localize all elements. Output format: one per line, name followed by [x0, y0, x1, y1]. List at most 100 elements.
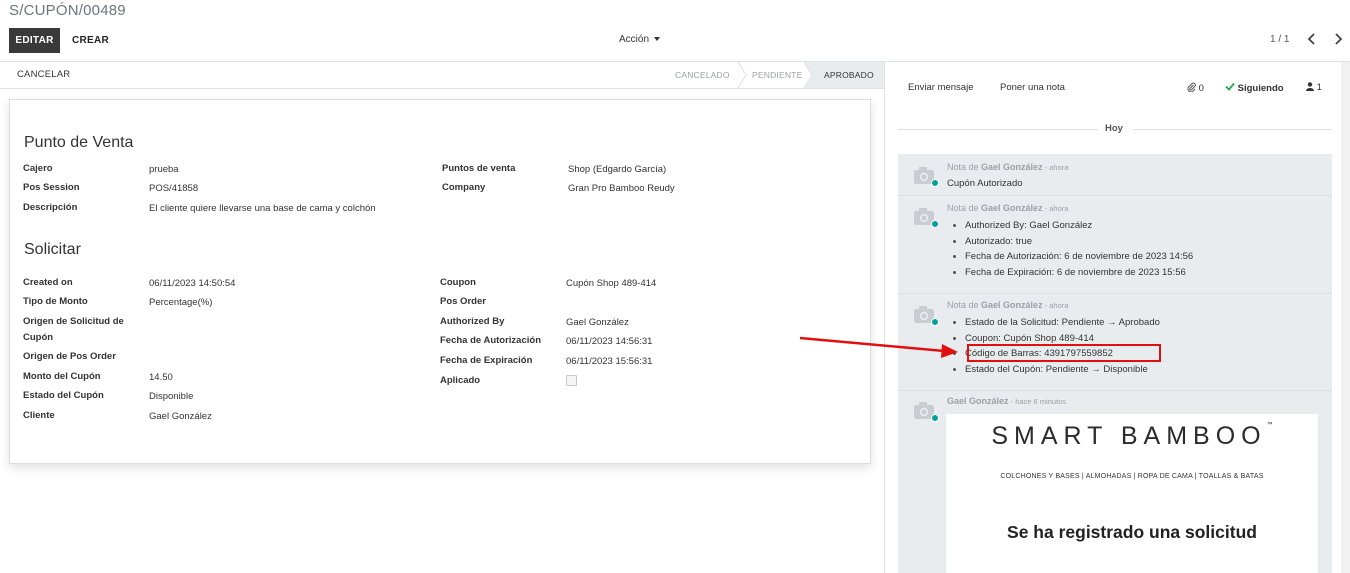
message-note-prefix: Nota de: [947, 300, 979, 310]
field-value-monto-cupon[interactable]: 14.50: [149, 371, 173, 384]
field-label: Company: [442, 182, 486, 193]
stage-aprobado[interactable]: APROBADO: [812, 62, 884, 88]
field-value-cajero[interactable]: prueba: [149, 163, 179, 176]
statusbar: CANCELAR CANCELADO PENDIENTE APROBADO: [0, 62, 884, 89]
message-thread: Nota de Gael González - ahora Cupón Auto…: [898, 154, 1332, 573]
message-note-prefix: Nota de: [947, 203, 979, 213]
caret-down-icon: [654, 37, 661, 42]
message-author[interactable]: Gael González: [981, 203, 1043, 213]
day-separator-line: [898, 129, 1098, 130]
field-value-fecha-expiracion[interactable]: 06/11/2023 15:56:31: [566, 355, 652, 368]
field-value-coupon[interactable]: Cupón Shop 489-414: [566, 277, 656, 290]
field-label: Pos Order: [440, 296, 486, 307]
stage-separator: [737, 62, 747, 88]
check-icon: [1225, 82, 1235, 91]
followers-count: 1: [1316, 82, 1322, 93]
online-status-dot: [931, 179, 939, 187]
user-icon: [1306, 82, 1314, 91]
field-value-pos-session[interactable]: POS/41858: [149, 182, 198, 195]
brand-name: SMART BAMBOO: [991, 422, 1267, 450]
tracking-values: Authorized By: Gael González Autorizado:…: [952, 218, 1193, 281]
email-heading: Se ha registrado una solicitud: [1007, 522, 1257, 542]
online-status-dot: [931, 414, 939, 422]
paperclip-icon: [1187, 82, 1196, 93]
day-separator-label: Hoy: [1105, 123, 1123, 134]
message-time: hace 6 minutos: [1015, 397, 1067, 406]
online-status-dot: [931, 318, 939, 326]
tracking-item: Autorizado: true: [952, 234, 1193, 250]
stage-cancelado[interactable]: CANCELADO: [675, 62, 730, 88]
message-time: ahora: [1049, 163, 1069, 172]
online-status-dot: [931, 220, 939, 228]
field-value-fecha-autorizacion[interactable]: 06/11/2023 14:56:31: [566, 335, 652, 348]
field-label: Created on: [23, 277, 73, 288]
field-value-authorized-by[interactable]: Gael González: [566, 316, 629, 329]
log-note-button[interactable]: Poner una nota: [1000, 82, 1065, 93]
field-label: Pos Session: [23, 182, 80, 193]
tracking-item: Fecha de Expiración: 6 de noviembre de 2…: [952, 265, 1193, 281]
form-sheet: Punto de Venta Cajero prueba Pos Session…: [9, 99, 871, 464]
edit-button[interactable]: EDITAR: [9, 28, 60, 53]
send-message-button[interactable]: Enviar mensaje: [908, 82, 973, 93]
tracking-item: Estado de la Solicitud: Pendiente → Apro…: [953, 315, 1160, 331]
message-author[interactable]: Gael González: [947, 396, 1009, 406]
field-label: Authorized By: [440, 316, 505, 327]
field-label: Estado del Cupón: [23, 390, 104, 401]
message-item: Nota de Gael González - ahora Estado de …: [898, 293, 1332, 390]
field-value-cliente[interactable]: Gael González: [149, 410, 212, 423]
message-time: ahora: [1049, 204, 1069, 213]
message-item: Nota de Gael González - ahora Authorized…: [898, 195, 1332, 293]
field-label: Fecha de Expiración: [440, 355, 533, 366]
field-label: Puntos de venta: [442, 163, 516, 174]
field-value-descripcion[interactable]: El cliente quiere llevarse una base de c…: [149, 202, 376, 215]
message-note-prefix: Nota de: [947, 162, 979, 172]
day-separator-line: [1133, 129, 1332, 130]
barcode-highlight-box: [967, 344, 1161, 362]
tracking-item: Estado del Cupón: Pendiente → Disponible: [953, 362, 1160, 378]
brand-tagline: COLCHONES Y BASES | ALMOHADAS | ROPA DE …: [1000, 473, 1264, 480]
email-preview: SMART BAMBOO™ COLCHONES Y BASES | ALMOHA…: [946, 414, 1318, 573]
create-button[interactable]: CREAR: [63, 28, 119, 53]
message-author[interactable]: Gael González: [981, 300, 1043, 310]
message-header: Nota de Gael González - ahora: [947, 203, 1068, 213]
chatter: Enviar mensaje Poner una nota 0 Siguiend…: [885, 62, 1350, 573]
following-button[interactable]: Siguiendo: [1225, 82, 1284, 94]
attachments-button[interactable]: 0: [1187, 82, 1204, 94]
field-label: Coupon: [440, 277, 476, 288]
message-header: Gael González - hace 6 minutos: [947, 396, 1066, 406]
chevron-right-icon[interactable]: [1330, 30, 1346, 48]
action-dropdown[interactable]: Acción: [619, 34, 661, 45]
followers-button[interactable]: 1: [1306, 82, 1322, 93]
brand-logo: SMART BAMBOO™: [946, 422, 1318, 451]
breadcrumb: S/CUPÓN/00489: [9, 2, 126, 19]
aplicado-checkbox[interactable]: [566, 375, 577, 386]
field-label: Tipo de Monto: [23, 296, 88, 307]
attachments-count: 0: [1198, 83, 1204, 94]
field-value-puntos-de-venta[interactable]: Shop (Edgardo García): [568, 163, 666, 176]
stage-pendiente[interactable]: PENDIENTE: [752, 62, 802, 88]
tracking-item: Fecha de Autorización: 6 de noviembre de…: [952, 249, 1193, 265]
field-label: Origen de Solicitud de Cupón: [23, 316, 124, 343]
field-label: Aplicado: [440, 375, 481, 386]
field-value-estado-cupon[interactable]: Disponible: [149, 390, 193, 403]
following-label: Siguiendo: [1237, 83, 1284, 94]
field-value-tipo-de-monto[interactable]: Percentage(%): [149, 296, 212, 309]
field-label: Cajero: [23, 163, 53, 174]
pager-value[interactable]: 1 / 1: [1270, 34, 1289, 45]
field-label: Origen de Pos Order: [23, 351, 116, 362]
field-label: Cliente: [23, 410, 55, 421]
field-label: Fecha de Autorización: [440, 335, 541, 346]
group-title-solicitar: Solicitar: [24, 241, 81, 258]
field-label: Monto del Cupón: [23, 371, 101, 382]
cancel-button[interactable]: CANCELAR: [17, 69, 70, 80]
action-label: Acción: [619, 34, 650, 45]
message-author[interactable]: Gael González: [981, 162, 1043, 172]
message-header: Nota de Gael González - ahora: [947, 162, 1068, 172]
field-value-created-on[interactable]: 06/11/2023 14:50:54: [149, 277, 235, 290]
chevron-left-icon[interactable]: [1304, 30, 1320, 48]
field-label: Descripción: [23, 202, 78, 213]
tracking-item: Authorized By: Gael González: [952, 218, 1193, 234]
message-item: Nota de Gael González - ahora Cupón Auto…: [898, 154, 1332, 195]
field-value-company[interactable]: Gran Pro Bamboo Reudy: [568, 182, 675, 195]
chatter-scrollbar[interactable]: [1341, 62, 1350, 573]
